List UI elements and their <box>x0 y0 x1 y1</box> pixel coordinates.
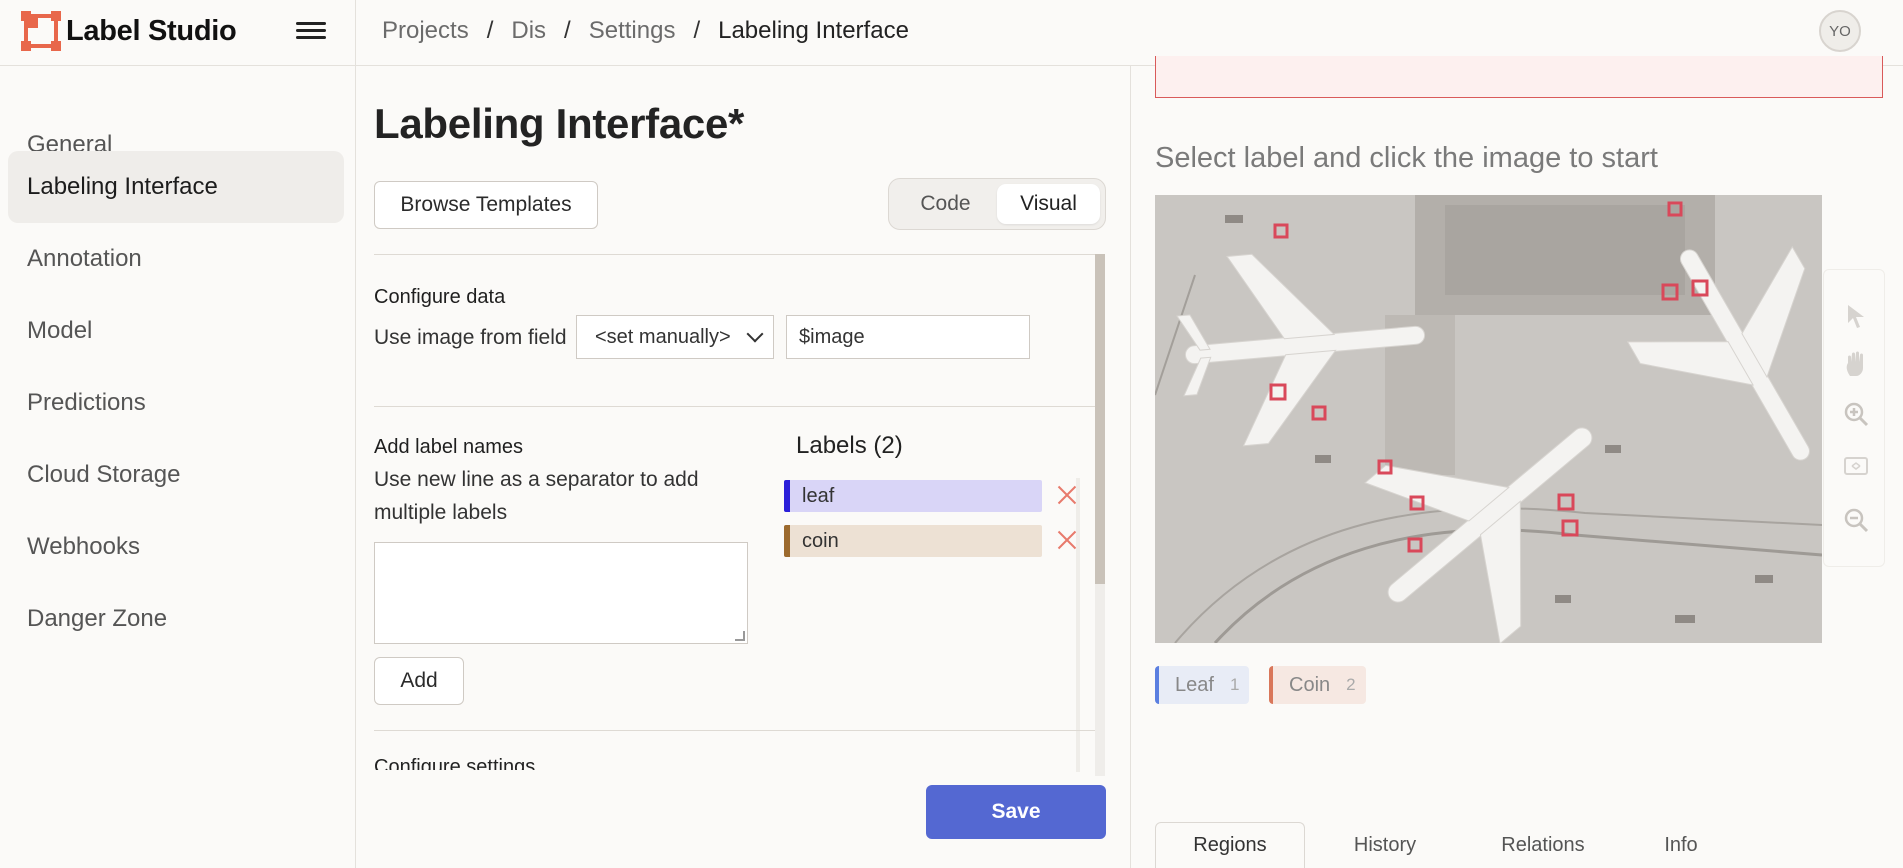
breadcrumb-separator: / <box>693 17 701 44</box>
field-select[interactable]: <set manually> <box>576 315 774 359</box>
airport-aerial-image <box>1155 195 1822 643</box>
tab-relations[interactable]: Relations <box>1465 822 1621 868</box>
breadcrumb-settings[interactable]: Settings <box>589 17 676 45</box>
pointer-icon[interactable] <box>1842 302 1870 330</box>
label-chip-leaf[interactable]: Leaf 1 <box>1155 666 1250 704</box>
preview-hint: Select label and click the image to star… <box>1155 142 1658 174</box>
menu-icon[interactable] <box>296 18 326 46</box>
browse-templates-button[interactable]: Browse Templates <box>374 181 598 229</box>
resize-handle[interactable] <box>735 631 745 641</box>
breadcrumb-separator: / <box>564 17 571 44</box>
sidebar-item-cloud-storage[interactable]: Cloud Storage <box>8 439 344 511</box>
breadcrumb-current: Labeling Interface <box>718 17 909 44</box>
breadcrumb-project[interactable]: Dis <box>511 17 546 45</box>
tab-regions[interactable]: Regions <box>1155 822 1305 868</box>
tab-history[interactable]: History <box>1305 822 1465 868</box>
config-panel: Labeling Interface* Browse Templates Cod… <box>356 66 1130 868</box>
preview-panel: Select label and click the image to star… <box>1130 56 1903 868</box>
settings-sidebar: General Labeling Interface Annotation Mo… <box>0 66 356 868</box>
save-button[interactable]: Save <box>926 785 1106 839</box>
task-image[interactable] <box>1155 195 1822 643</box>
field-select-value: <set manually> <box>595 325 731 348</box>
chip-label: Leaf <box>1175 673 1214 696</box>
brand[interactable]: Label Studio <box>21 11 237 48</box>
avatar[interactable]: YO <box>1819 10 1861 52</box>
breadcrumb-projects[interactable]: Projects <box>382 17 469 45</box>
image-field-input[interactable]: $image <box>786 315 1030 359</box>
breadcrumb: Projects / Dis / Settings / Labeling Int… <box>382 17 909 45</box>
label-name: coin <box>802 529 839 552</box>
field-label: Use image from field <box>374 326 567 349</box>
scrollbar-thumb[interactable] <box>1095 254 1105 584</box>
chip-count: 2 <box>1346 675 1356 694</box>
app-name: Label Studio <box>66 14 237 47</box>
configure-settings-title: Configure settings <box>374 756 536 770</box>
label-names-textarea[interactable] <box>374 542 748 644</box>
chip-label: Coin <box>1289 673 1331 696</box>
fit-icon[interactable] <box>1842 452 1870 480</box>
divider <box>355 0 356 66</box>
divider <box>374 730 1096 731</box>
add-labels-hint: Use new line as a separator to add multi… <box>374 468 699 524</box>
divider <box>374 254 1096 255</box>
add-labels-title: Add label names <box>374 436 523 458</box>
error-box <box>1155 56 1883 98</box>
configure-data-title: Configure data <box>374 286 506 308</box>
mode-toggle: Code Visual <box>888 178 1106 230</box>
add-labels-button[interactable]: Add <box>374 657 464 705</box>
config-scrollbar[interactable] <box>1095 254 1105 776</box>
zoom-out-icon[interactable] <box>1842 506 1870 534</box>
label-name: leaf <box>802 484 835 507</box>
tab-info[interactable]: Info <box>1621 822 1741 868</box>
breadcrumb-separator: / <box>486 17 494 44</box>
hand-icon[interactable] <box>1842 350 1870 378</box>
sidebar-item-predictions[interactable]: Predictions <box>8 367 344 439</box>
label-chip-coin[interactable]: Coin 2 <box>1269 666 1366 704</box>
sidebar-item-danger-zone[interactable]: Danger Zone <box>8 583 344 655</box>
sidebar-item-labeling-interface[interactable]: Labeling Interface <box>8 151 344 223</box>
code-tab[interactable]: Code <box>894 184 997 224</box>
label-studio-logo-icon <box>21 11 58 48</box>
zoom-in-icon[interactable] <box>1842 400 1870 428</box>
page-title: Labeling Interface* <box>374 100 745 147</box>
chevron-down-icon <box>746 325 764 343</box>
label-item: coin <box>784 525 1042 557</box>
visual-tab[interactable]: Visual <box>997 184 1100 224</box>
image-toolbar <box>1823 269 1885 567</box>
labels-title: Labels (2) <box>796 432 903 459</box>
divider <box>374 406 1096 407</box>
sidebar-item-webhooks[interactable]: Webhooks <box>8 511 344 583</box>
label-item: leaf <box>784 480 1042 512</box>
sidebar-item-annotation[interactable]: Annotation <box>8 223 344 295</box>
chip-count: 1 <box>1229 675 1240 694</box>
sidebar-item-model[interactable]: Model <box>8 295 344 367</box>
side-panel-tabs: Regions History Relations Info <box>1155 822 1883 868</box>
labels-scrollbar[interactable] <box>1076 478 1080 772</box>
